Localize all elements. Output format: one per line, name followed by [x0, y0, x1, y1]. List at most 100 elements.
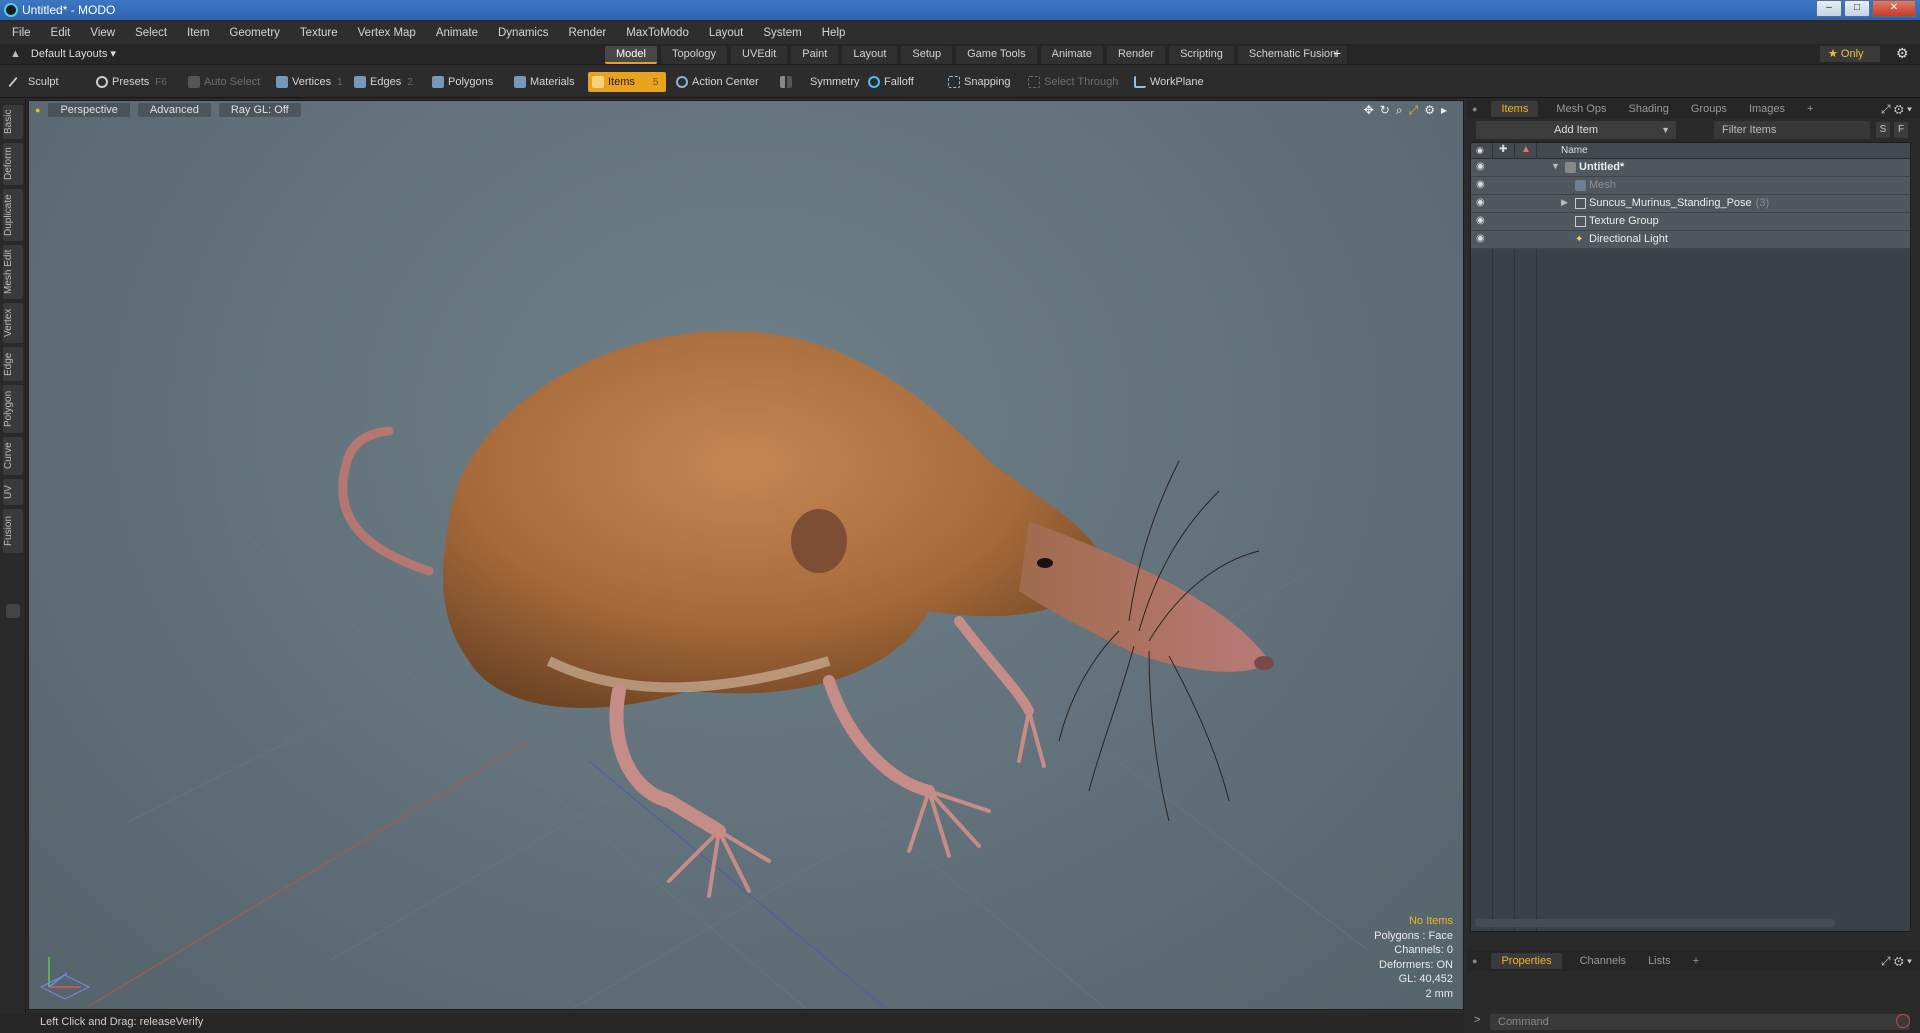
items-button[interactable]: Items 5	[588, 72, 666, 92]
eye-icon[interactable]: ◉	[1476, 216, 1488, 226]
tab-schematic-fusion[interactable]: Schematic Fusion	[1237, 46, 1348, 64]
tab-topology[interactable]: Topology	[660, 46, 728, 64]
menu-texture[interactable]: Texture	[300, 27, 338, 39]
vtab-duplicate[interactable]: Duplicate	[3, 189, 23, 241]
symmetry-button[interactable]: Symmetry	[776, 72, 860, 92]
collapse-icon[interactable]: ▼	[1551, 161, 1560, 171]
panel-menu-icon[interactable]: ●	[1472, 104, 1477, 114]
menu-help[interactable]: Help	[822, 27, 846, 39]
add-item-button[interactable]: Add Item ▼	[1476, 121, 1676, 139]
tab-scripting[interactable]: Scripting	[1169, 46, 1234, 64]
eye-icon[interactable]: ◉	[1476, 198, 1488, 208]
tab-uvedit[interactable]: UVEdit	[731, 46, 788, 64]
tab-lists[interactable]: Lists	[1644, 953, 1675, 969]
tab-shading[interactable]: Shading	[1624, 101, 1672, 117]
sculpt-button[interactable]: Sculpt	[8, 72, 88, 92]
tab-images[interactable]: Images	[1745, 101, 1789, 117]
fit-icon[interactable]: ⤢	[1409, 103, 1419, 118]
menu-select[interactable]: Select	[135, 27, 167, 39]
tab-animate[interactable]: Animate	[1040, 46, 1103, 64]
shrew-model[interactable]	[29, 101, 1464, 1010]
select-through-button[interactable]: Select Through	[1024, 72, 1124, 92]
maximize-button[interactable]: □	[1844, 0, 1870, 17]
list-item[interactable]: ◉ Mesh	[1471, 177, 1910, 195]
eye-icon[interactable]: ◉	[1476, 162, 1488, 172]
expand-icon[interactable]: ▶	[1561, 197, 1568, 208]
list-item[interactable]: ◉ ▼ Untitled*	[1471, 159, 1910, 177]
tab-groups[interactable]: Groups	[1687, 101, 1731, 117]
list-item[interactable]: ◉ Texture Group	[1471, 213, 1910, 231]
presets-button[interactable]: Presets F6	[92, 72, 172, 92]
tab-setup[interactable]: Setup	[901, 46, 953, 64]
raygl-button[interactable]: Ray GL: Off	[218, 103, 301, 117]
chevron-right-icon[interactable]: ▸	[1441, 103, 1447, 118]
advanced-button[interactable]: Advanced	[137, 103, 211, 117]
tab-layout[interactable]: Layout	[842, 46, 898, 64]
falloff-button[interactable]: Falloff	[864, 72, 944, 92]
move-icon[interactable]: ✥	[1364, 103, 1374, 118]
workplane-button[interactable]: WorkPlane	[1130, 72, 1216, 92]
minimize-button[interactable]: –	[1816, 0, 1842, 17]
vertices-button[interactable]: Vertices 1	[272, 72, 348, 92]
properties-options-icons[interactable]: ⤢ ⚙ ▾	[1881, 954, 1912, 969]
only-toggle[interactable]: ★ Only	[1820, 46, 1880, 62]
add-panel-tab-button[interactable]: +	[1803, 101, 1817, 117]
panel-options-icons[interactable]: ⤢ ⚙ ▾	[1881, 102, 1912, 117]
polygons-button[interactable]: Polygons	[428, 72, 502, 92]
menu-animate[interactable]: Animate	[436, 27, 478, 39]
vtab-edge[interactable]: Edge	[3, 347, 23, 381]
horizontal-scrollbar[interactable]	[1475, 919, 1835, 927]
command-input[interactable]: Command	[1490, 1014, 1910, 1030]
menu-geometry[interactable]: Geometry	[229, 27, 280, 39]
search-toggle-button[interactable]: S	[1876, 122, 1890, 138]
zoom-icon[interactable]: ⌕	[1396, 103, 1403, 118]
panel-toggle-icon[interactable]	[6, 604, 20, 618]
tab-game-tools[interactable]: Game Tools	[956, 46, 1037, 64]
menu-system[interactable]: System	[763, 27, 801, 39]
tab-items[interactable]: Items	[1491, 101, 1539, 117]
menu-file[interactable]: File	[12, 27, 31, 39]
menu-item[interactable]: Item	[187, 27, 209, 39]
layout-dropdown[interactable]: ▲ Default Layouts ▾	[10, 47, 116, 60]
edges-button[interactable]: Edges 2	[350, 72, 426, 92]
tab-model[interactable]: Model	[605, 46, 657, 64]
vtab-polygon[interactable]: Polygon	[3, 385, 23, 433]
menu-dynamics[interactable]: Dynamics	[498, 27, 548, 39]
vtab-mesh-edit[interactable]: Mesh Edit	[3, 245, 23, 299]
vtab-fusion[interactable]: Fusion	[3, 509, 23, 553]
menu-maxtomodo[interactable]: MaxToModo	[626, 27, 689, 39]
menu-render[interactable]: Render	[568, 27, 606, 39]
list-item[interactable]: ◉ ▶ Suncus_Murinus_Standing_Pose (3)	[1471, 195, 1910, 213]
eye-icon[interactable]: ◉	[1476, 180, 1488, 190]
vtab-vertex[interactable]: Vertex	[3, 303, 23, 343]
action-center-button[interactable]: Action Center	[672, 72, 766, 92]
tab-render[interactable]: Render	[1106, 46, 1166, 64]
auto-select-button[interactable]: Auto Select	[184, 72, 270, 92]
filter-items-input[interactable]: Filter Items	[1714, 121, 1870, 139]
stop-icon[interactable]	[1896, 1014, 1910, 1028]
viewport-menu-icon[interactable]: ●	[35, 105, 40, 115]
tab-properties[interactable]: Properties	[1491, 953, 1562, 969]
tab-channels[interactable]: Channels	[1576, 953, 1630, 969]
rotate-icon[interactable]: ↻	[1380, 103, 1390, 118]
vtab-uv[interactable]: UV	[3, 479, 23, 505]
add-properties-tab-button[interactable]: +	[1689, 953, 1703, 969]
snapping-button[interactable]: Snapping	[944, 72, 1024, 92]
menu-vertex-map[interactable]: Vertex Map	[358, 27, 416, 39]
3d-viewport[interactable]: ● Perspective Advanced Ray GL: Off ✥ ↻ ⌕…	[28, 100, 1464, 1010]
properties-menu-icon[interactable]: ●	[1472, 956, 1477, 966]
vtab-deform[interactable]: Deform	[3, 143, 23, 185]
gear-icon[interactable]: ⚙	[1896, 45, 1909, 62]
tab-mesh-ops[interactable]: Mesh Ops	[1552, 101, 1610, 117]
menu-view[interactable]: View	[90, 27, 115, 39]
vtab-basic[interactable]: Basic	[3, 105, 23, 139]
list-item[interactable]: ◉ ✦ Directional Light	[1471, 231, 1910, 249]
perspective-button[interactable]: Perspective	[48, 103, 130, 117]
materials-button[interactable]: Materials	[510, 72, 584, 92]
close-button[interactable]: ✕	[1872, 0, 1916, 17]
vtab-curve[interactable]: Curve	[3, 437, 23, 475]
gear-icon[interactable]: ⚙	[1424, 103, 1435, 118]
menu-layout[interactable]: Layout	[709, 27, 744, 39]
tab-paint[interactable]: Paint	[791, 46, 839, 64]
add-tab-button[interactable]: +	[1333, 45, 1341, 61]
